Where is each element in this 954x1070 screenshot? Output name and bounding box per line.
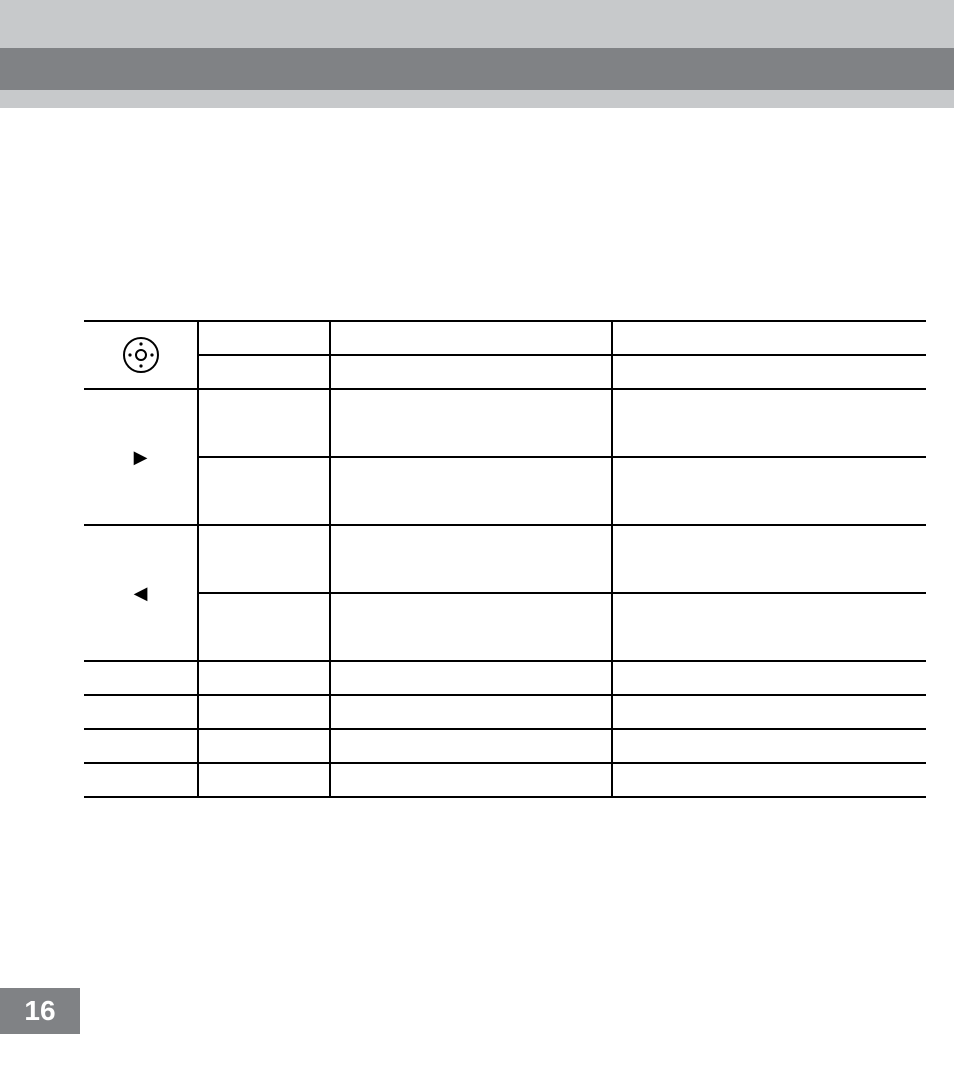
table-row bbox=[84, 763, 926, 797]
table-cell bbox=[612, 457, 926, 525]
table-cell bbox=[330, 593, 612, 661]
table-cell bbox=[612, 695, 926, 729]
table-cell bbox=[198, 355, 330, 389]
table-cell bbox=[612, 389, 926, 457]
triangle-left-icon: ◀ bbox=[84, 526, 197, 660]
table-cell bbox=[198, 695, 330, 729]
dial-icon bbox=[84, 322, 197, 388]
table-cell bbox=[612, 661, 926, 695]
table-row bbox=[84, 729, 926, 763]
icon-cell-dial bbox=[84, 321, 198, 389]
table-row bbox=[84, 321, 926, 355]
table-row bbox=[84, 457, 926, 525]
table-cell bbox=[198, 763, 330, 797]
table-row bbox=[84, 695, 926, 729]
table-cell bbox=[198, 525, 330, 593]
table-cell bbox=[330, 661, 612, 695]
table-row bbox=[84, 661, 926, 695]
table-cell bbox=[330, 389, 612, 457]
table-cell bbox=[84, 695, 198, 729]
table-cell bbox=[198, 321, 330, 355]
table-cell bbox=[84, 661, 198, 695]
table-cell bbox=[330, 525, 612, 593]
table-cell bbox=[330, 321, 612, 355]
table-cell bbox=[330, 457, 612, 525]
table-cell bbox=[84, 763, 198, 797]
table-cell bbox=[198, 729, 330, 763]
page-number-tab: 16 bbox=[0, 988, 80, 1034]
content-table: ▶ ◀ bbox=[84, 320, 926, 798]
table-cell bbox=[612, 321, 926, 355]
table-cell bbox=[612, 729, 926, 763]
table-cell bbox=[330, 355, 612, 389]
table-cell bbox=[612, 763, 926, 797]
table-cell bbox=[330, 695, 612, 729]
table-cell bbox=[198, 389, 330, 457]
table-row bbox=[84, 355, 926, 389]
table-row bbox=[84, 593, 926, 661]
table-cell bbox=[198, 593, 330, 661]
header-light-band-2 bbox=[0, 90, 954, 108]
table-row: ◀ bbox=[84, 525, 926, 593]
content-table-wrapper: ▶ ◀ bbox=[84, 320, 926, 798]
table-cell bbox=[612, 355, 926, 389]
icon-cell-left: ◀ bbox=[84, 525, 198, 661]
table-row: ▶ bbox=[84, 389, 926, 457]
header-dark-band bbox=[0, 48, 954, 90]
table-cell bbox=[612, 525, 926, 593]
table-cell bbox=[198, 661, 330, 695]
table-cell bbox=[84, 729, 198, 763]
triangle-right-icon: ▶ bbox=[84, 390, 197, 524]
table-cell bbox=[330, 729, 612, 763]
icon-cell-right: ▶ bbox=[84, 389, 198, 525]
table-cell bbox=[612, 593, 926, 661]
table-cell bbox=[198, 457, 330, 525]
header-light-band bbox=[0, 0, 954, 48]
table-cell bbox=[330, 763, 612, 797]
page-number: 16 bbox=[24, 995, 55, 1027]
